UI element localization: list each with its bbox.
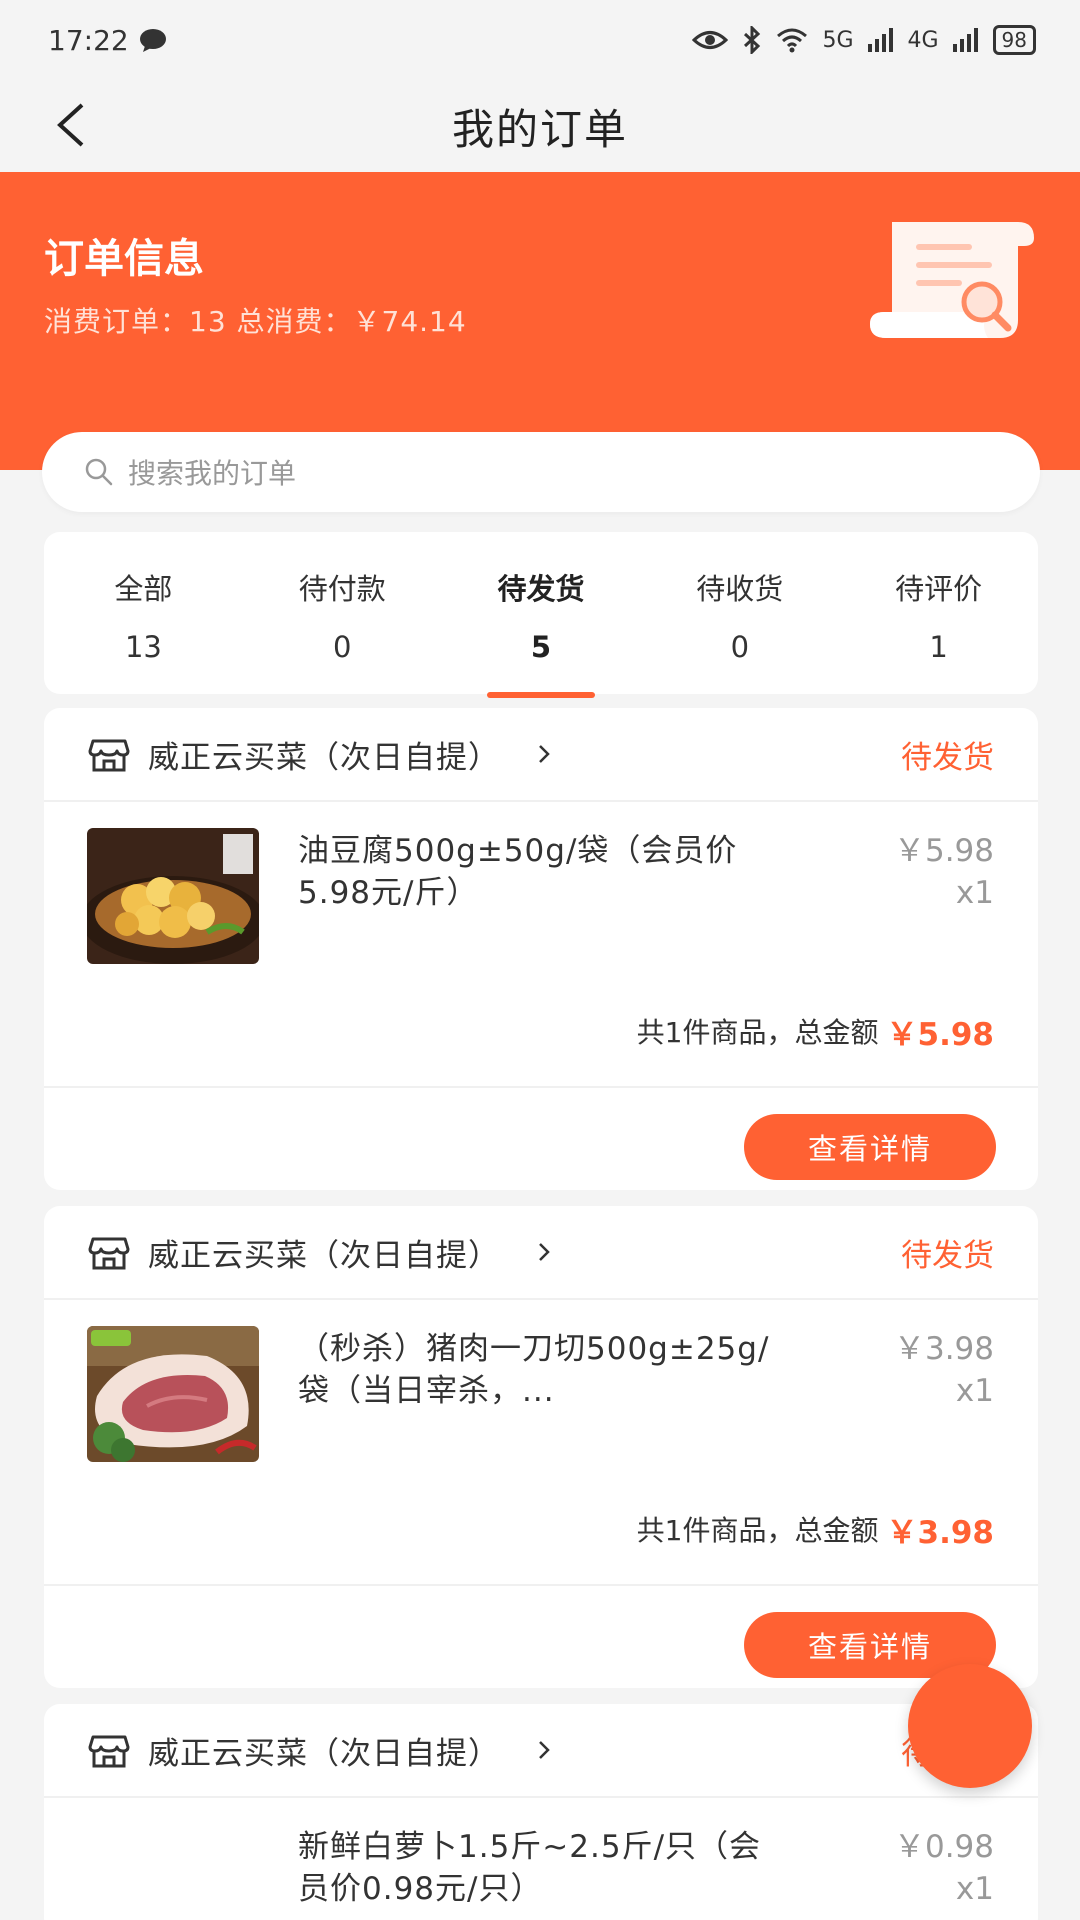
product-name: 油豆腐500g±50g/袋（会员价5.98元/斤） xyxy=(298,833,738,911)
tab-count: 13 xyxy=(124,630,162,664)
product-name: （秒杀）猪肉一刀切500g±25g/袋（当日宰杀，... xyxy=(298,1331,770,1409)
order-status: 待发货 xyxy=(901,739,994,776)
shop-name: 威正云买菜（次日自提） xyxy=(148,1735,500,1772)
bluetooth-icon xyxy=(744,26,761,54)
product-name: 新鲜白萝卜1.5斤~2.5斤/只（会员价0.98元/只） xyxy=(298,1829,762,1907)
order-info-banner: 订单信息 消费订单：13 总消费：￥74.14 xyxy=(0,172,1080,470)
network-label-5g: 5G xyxy=(822,27,854,53)
order-card: 威正云买菜（次日自提） 待发货 油豆腐500g±50g/袋（会员价5.98元/斤… xyxy=(44,708,1038,1190)
product-quantity: x1 xyxy=(955,1373,994,1409)
order-status-tabs: 全部 13 待付款 0 待发货 5 待收货 0 待评价 1 xyxy=(44,532,1038,698)
search-icon xyxy=(85,458,113,486)
order-item[interactable]: 新鲜白萝卜1.5斤~2.5斤/只（会员价0.98元/只） ￥0.98 x1 xyxy=(44,1798,1038,1920)
network-label-4g: 4G xyxy=(907,27,939,53)
order-summary: 共1件商品，总金额 ￥5.98 xyxy=(44,976,1038,1088)
order-item[interactable]: （秒杀）猪肉一刀切500g±25g/袋（当日宰杀，... ￥3.98 x1 xyxy=(44,1300,1038,1462)
tab-pending-payment[interactable]: 待付款 0 xyxy=(243,532,442,694)
battery-icon: 98 xyxy=(992,25,1036,55)
product-price-block: ￥3.98 x1 xyxy=(894,1328,994,1412)
status-bar: 17:22 5G 4G 98 xyxy=(0,0,1080,80)
order-info-summary: 消费订单：13 总消费：￥74.14 xyxy=(44,305,467,338)
chevron-right-icon xyxy=(539,745,550,763)
order-item[interactable]: 油豆腐500g±50g/袋（会员价5.98元/斤） ￥5.98 x1 xyxy=(44,802,1038,964)
signal-icon xyxy=(867,28,893,52)
floating-action-button[interactable] xyxy=(908,1664,1032,1788)
order-card-footer: 查看详情 xyxy=(44,1586,1038,1688)
order-card-footer: 查看详情 xyxy=(44,1088,1038,1190)
search-placeholder: 搜索我的订单 xyxy=(128,457,297,490)
order-card: 威正云买菜（次日自提） 待发货 （秒杀）猪肉一刀切500g±25g/袋（当日宰杀… xyxy=(44,1206,1038,1688)
order-card-header[interactable]: 威正云买菜（次日自提） 待发货 xyxy=(44,1206,1038,1300)
tab-all[interactable]: 全部 13 xyxy=(44,532,243,694)
active-tab-indicator xyxy=(486,692,595,698)
order-card: 威正云买菜（次日自提） 待发货 新鲜白萝卜1.5斤~2.5斤/只（会员价0.98… xyxy=(44,1704,1038,1920)
product-price: ￥5.98 xyxy=(893,833,994,869)
summary-text: 共1件商品，总金额 xyxy=(636,1514,879,1547)
tab-count: 0 xyxy=(730,630,750,664)
tab-pending-review[interactable]: 待评价 1 xyxy=(839,532,1038,694)
receipt-search-icon xyxy=(870,222,1034,338)
tab-pending-shipment[interactable]: 待发货 5 xyxy=(442,532,641,698)
shop-name: 威正云买菜（次日自提） xyxy=(148,1237,500,1274)
product-price-block: ￥0.98 x1 xyxy=(894,1826,994,1910)
back-button[interactable] xyxy=(46,100,96,150)
tab-pending-receipt[interactable]: 待收货 0 xyxy=(640,532,839,694)
order-status: 待发货 xyxy=(901,1237,994,1274)
chevron-left-icon xyxy=(57,103,84,147)
order-total: ￥3.98 xyxy=(886,1514,995,1551)
search-input[interactable]: 搜索我的订单 xyxy=(42,432,1040,512)
tab-label: 待收货 xyxy=(696,572,784,606)
summary-text: 共1件商品，总金额 xyxy=(636,1016,879,1049)
signal-icon-2 xyxy=(952,28,978,52)
status-left: 17:22 xyxy=(48,24,167,57)
status-right: 5G 4G 98 xyxy=(692,25,1036,55)
store-icon xyxy=(88,1735,130,1768)
product-image-pork xyxy=(87,1326,259,1462)
chevron-right-icon xyxy=(539,1741,550,1759)
tab-label: 待发货 xyxy=(497,572,585,606)
page-title: 我的订单 xyxy=(451,104,628,154)
view-details-button[interactable]: 查看详情 xyxy=(744,1114,996,1180)
order-summary: 共1件商品，总金额 ￥3.98 xyxy=(44,1474,1038,1586)
order-card-header[interactable]: 威正云买菜（次日自提） 待发货 xyxy=(44,1704,1038,1798)
tab-count: 1 xyxy=(929,630,948,664)
tab-label: 待付款 xyxy=(298,572,386,606)
wifi-icon xyxy=(777,28,808,53)
eye-icon xyxy=(692,31,729,49)
tab-count: 5 xyxy=(530,630,552,664)
store-icon xyxy=(88,739,130,772)
order-card-header[interactable]: 威正云买菜（次日自提） 待发货 xyxy=(44,708,1038,802)
product-price: ￥3.98 xyxy=(893,1331,994,1367)
product-price-block: ￥5.98 x1 xyxy=(894,830,994,914)
tab-count: 0 xyxy=(332,630,352,664)
shop-name: 威正云买菜（次日自提） xyxy=(148,739,500,776)
product-image-fried-tofu xyxy=(87,828,259,964)
status-time: 17:22 xyxy=(48,23,129,57)
tab-label: 全部 xyxy=(114,572,173,606)
product-quantity: x1 xyxy=(955,1871,994,1907)
message-icon xyxy=(139,29,166,52)
order-total: ￥5.98 xyxy=(886,1016,995,1053)
order-info-title: 订单信息 xyxy=(44,236,204,282)
tab-label: 待评价 xyxy=(895,572,983,606)
product-price: ￥0.98 xyxy=(893,1829,994,1865)
title-bar: 我的订单 xyxy=(0,80,1080,172)
chevron-right-icon xyxy=(539,1243,550,1261)
store-icon xyxy=(88,1237,130,1270)
product-quantity: x1 xyxy=(955,875,994,911)
